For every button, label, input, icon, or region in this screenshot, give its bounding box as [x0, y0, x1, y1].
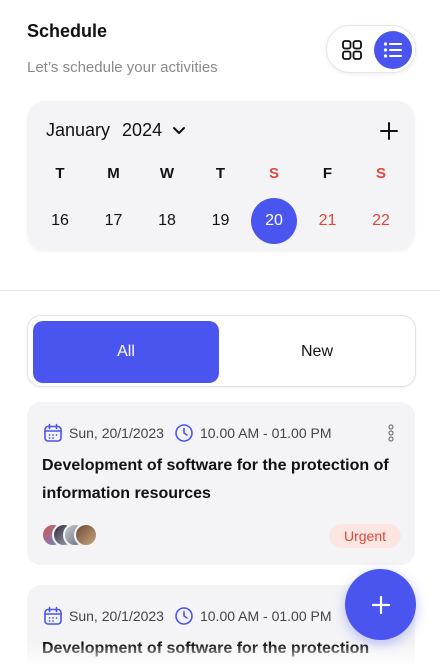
add-schedule-fab[interactable]	[345, 569, 416, 640]
clock-icon	[174, 423, 194, 443]
avatar	[74, 523, 98, 547]
grid-view-button[interactable]	[335, 33, 369, 67]
calendar-day-selected[interactable]: 20	[251, 198, 297, 244]
calendar-icon	[43, 606, 63, 626]
event-title: Development of software for the protecti…	[42, 457, 389, 502]
tab-new[interactable]: New	[224, 321, 410, 383]
page-title: Schedule	[27, 21, 108, 41]
page-subtitle: Let’s schedule your activities	[27, 59, 218, 76]
event-date: Sun, 20/1/2023	[69, 608, 164, 624]
chevron-down-icon	[173, 126, 186, 134]
event-time: 10.00 AM - 01.00 PM	[199, 425, 332, 441]
calendar-icon	[43, 423, 63, 443]
section-divider	[0, 290, 440, 291]
list-icon	[383, 42, 402, 58]
event-title: Development of software for the protecti…	[42, 640, 370, 657]
filter-tabs: All New	[27, 315, 416, 387]
month-label: January	[46, 120, 111, 140]
event-meta: Sun, 20/1/2023 10.00 AM - 01.00 PM	[43, 423, 332, 443]
event-date: Sun, 20/1/2023	[69, 425, 164, 441]
weekday-label: M	[107, 165, 120, 182]
event-menu-button[interactable]	[387, 424, 395, 442]
calendar-day[interactable]: 21	[304, 198, 350, 244]
weekday-label: W	[159, 165, 175, 182]
event-card[interactable]: Sun, 20/1/2023 10.00 AM - 01.00 PM Devel…	[27, 402, 415, 565]
clock-icon	[174, 606, 194, 626]
weekday-label: T	[55, 165, 65, 182]
list-view-button[interactable]	[374, 31, 412, 69]
participant-avatars	[41, 523, 103, 549]
weekday-label: S	[375, 165, 386, 182]
calendar-card: January 2024 T M W T S F S 16 17 18 19 2…	[27, 101, 415, 251]
grid-icon	[342, 40, 362, 60]
add-event-button[interactable]	[377, 119, 401, 143]
plus-icon	[371, 595, 390, 614]
view-toggle	[326, 25, 416, 73]
event-time: 10.00 AM - 01.00 PM	[199, 608, 332, 624]
calendar-day[interactable]: 22	[358, 198, 404, 244]
weekday-label: S	[268, 165, 279, 182]
tab-all[interactable]: All	[33, 321, 219, 383]
calendar-day[interactable]: 16	[37, 198, 83, 244]
priority-badge: Urgent	[328, 524, 401, 548]
calendar-day[interactable]: 17	[91, 198, 137, 244]
more-vertical-icon	[388, 424, 394, 442]
event-meta: Sun, 20/1/2023 10.00 AM - 01.00 PM	[43, 606, 332, 626]
calendar-day[interactable]: 19	[198, 198, 244, 244]
calendar-day[interactable]: 18	[144, 198, 190, 244]
weekday-label: T	[215, 165, 226, 182]
month-selector[interactable]: January 2024	[46, 120, 186, 141]
plus-icon	[380, 122, 398, 140]
weekday-label: F	[322, 165, 333, 182]
year-label: 2024	[122, 120, 163, 140]
